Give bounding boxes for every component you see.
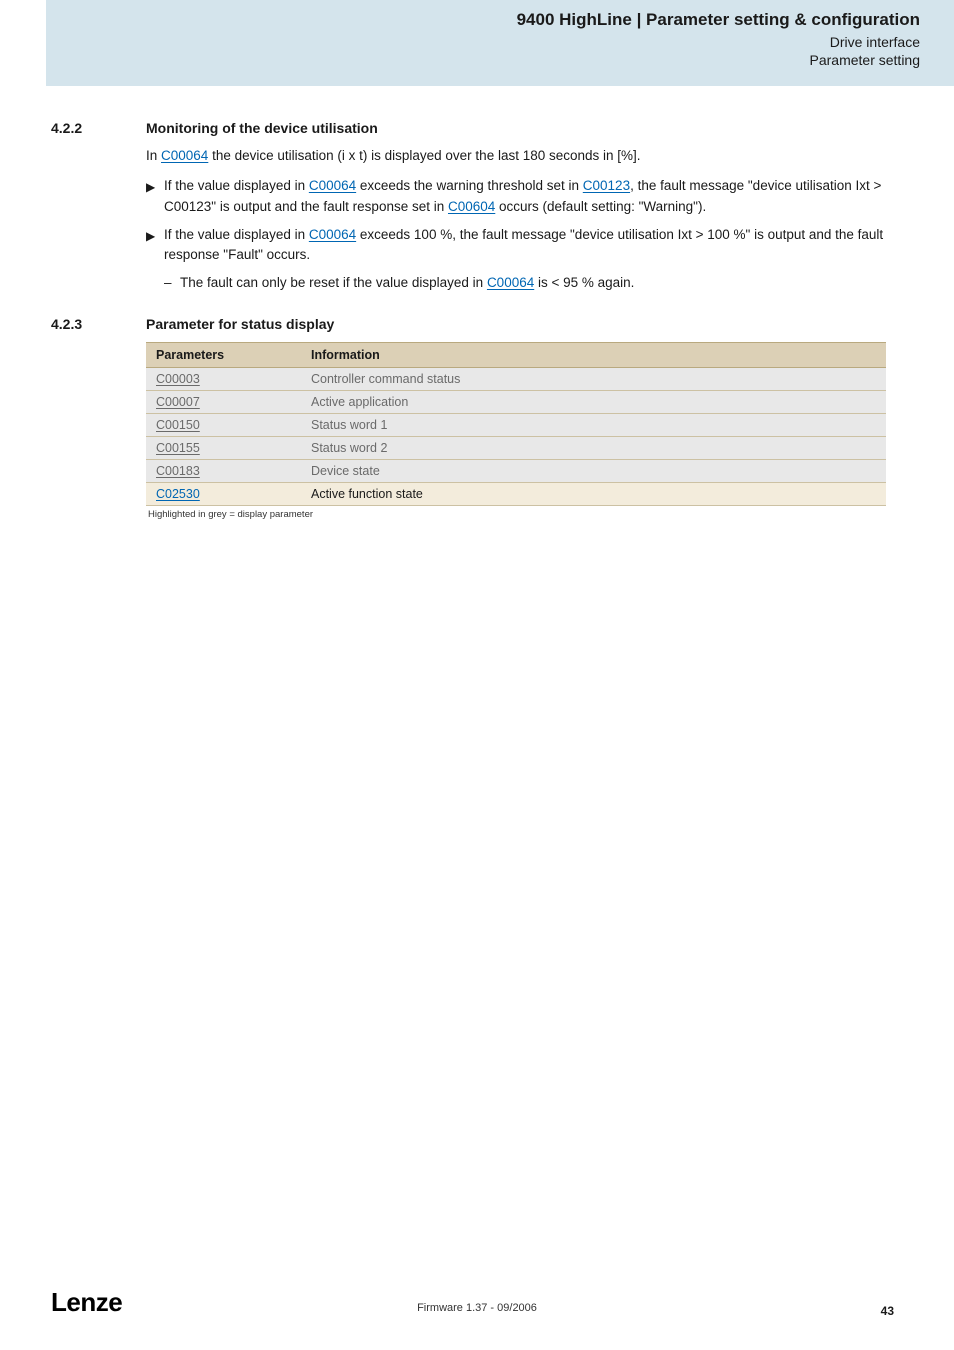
- link-c00064[interactable]: C00064: [161, 148, 208, 163]
- section-number: 4.2.2: [51, 120, 146, 136]
- triangle-right-icon: ▶: [146, 225, 164, 266]
- link-c02530[interactable]: C02530: [156, 487, 200, 501]
- status-display-table-wrap: Parameters Information C00003 Controller…: [146, 342, 894, 520]
- intro-paragraph: In C00064 the device utilisation (i x t)…: [146, 146, 894, 166]
- link-c00007[interactable]: C00007: [156, 395, 200, 409]
- text-fragment: occurs (default setting: "Warning").: [495, 199, 706, 214]
- page-number: 43: [881, 1304, 894, 1318]
- text-fragment: The fault can only be reset if the value…: [180, 275, 487, 290]
- section-4-2-3-heading: 4.2.3 Parameter for status display: [51, 316, 894, 332]
- cell-param: C00003: [146, 367, 301, 390]
- text-fragment: the device utilisation (i x t) is displa…: [208, 148, 640, 163]
- cell-param: C00150: [146, 413, 301, 436]
- section-title: Monitoring of the device utilisation: [146, 120, 378, 136]
- section-4-2-2-body: In C00064 the device utilisation (i x t)…: [146, 146, 894, 294]
- cell-param: C00007: [146, 390, 301, 413]
- link-c00155[interactable]: C00155: [156, 441, 200, 455]
- cell-info: Active application: [301, 390, 886, 413]
- bullet-text: If the value displayed in C00064 exceeds…: [164, 176, 894, 217]
- sub-bullet-text: The fault can only be reset if the value…: [180, 273, 894, 293]
- bullet-item: ▶ If the value displayed in C00064 excee…: [146, 176, 894, 217]
- table-row: C00003 Controller command status: [146, 367, 886, 390]
- link-c00123[interactable]: C00123: [583, 178, 630, 193]
- table-row: C00007 Active application: [146, 390, 886, 413]
- col-header-parameters: Parameters: [146, 342, 301, 367]
- link-c00064[interactable]: C00064: [309, 227, 356, 242]
- dash-icon: –: [164, 273, 180, 293]
- doc-title: 9400 HighLine | Parameter setting & conf…: [64, 10, 920, 30]
- cell-param: C00155: [146, 436, 301, 459]
- page-footer: Lenze Firmware 1.37 - 09/2006 43: [0, 1287, 954, 1318]
- cell-info: Controller command status: [301, 367, 886, 390]
- link-c00003[interactable]: C00003: [156, 372, 200, 386]
- lenze-logo: Lenze: [51, 1287, 122, 1318]
- page-header: 9400 HighLine | Parameter setting & conf…: [0, 0, 954, 86]
- header-right: 9400 HighLine | Parameter setting & conf…: [46, 0, 954, 86]
- table-footnote: Highlighted in grey = display parameter: [146, 506, 894, 520]
- col-header-information: Information: [301, 342, 886, 367]
- section-number: 4.2.3: [51, 316, 146, 332]
- sub-bullet-item: – The fault can only be reset if the val…: [164, 273, 894, 293]
- table-row: C02530 Active function state: [146, 482, 886, 505]
- text-fragment: is < 95 % again.: [534, 275, 634, 290]
- section-title: Parameter for status display: [146, 316, 334, 332]
- triangle-right-icon: ▶: [146, 176, 164, 217]
- bullet-item: ▶ If the value displayed in C00064 excee…: [146, 225, 894, 266]
- link-c00064[interactable]: C00064: [487, 275, 534, 290]
- text-fragment: exceeds the warning threshold set in: [356, 178, 583, 193]
- link-c00183[interactable]: C00183: [156, 464, 200, 478]
- cell-info: Active function state: [301, 482, 886, 505]
- section-4-2-2-heading: 4.2.2 Monitoring of the device utilisati…: [51, 120, 894, 136]
- text-fragment: If the value displayed in: [164, 227, 309, 242]
- cell-info: Status word 2: [301, 436, 886, 459]
- table-header-row: Parameters Information: [146, 342, 886, 367]
- doc-subtitle-1: Drive interface: [64, 34, 920, 50]
- cell-param: C00183: [146, 459, 301, 482]
- text-fragment: If the value displayed in: [164, 178, 309, 193]
- bullet-text: If the value displayed in C00064 exceeds…: [164, 225, 894, 266]
- footer-center-text: Firmware 1.37 - 09/2006: [417, 1302, 537, 1314]
- text-fragment: In: [146, 148, 161, 163]
- table-row: C00150 Status word 1: [146, 413, 886, 436]
- table-row: C00183 Device state: [146, 459, 886, 482]
- link-c00064[interactable]: C00064: [309, 178, 356, 193]
- link-c00150[interactable]: C00150: [156, 418, 200, 432]
- cell-param: C02530: [146, 482, 301, 505]
- page-content: 4.2.2 Monitoring of the device utilisati…: [0, 86, 954, 520]
- table-row: C00155 Status word 2: [146, 436, 886, 459]
- link-c00604[interactable]: C00604: [448, 199, 495, 214]
- cell-info: Status word 1: [301, 413, 886, 436]
- status-display-table: Parameters Information C00003 Controller…: [146, 342, 886, 506]
- doc-subtitle-2: Parameter setting: [64, 52, 920, 68]
- header-left-gap: [0, 0, 46, 86]
- cell-info: Device state: [301, 459, 886, 482]
